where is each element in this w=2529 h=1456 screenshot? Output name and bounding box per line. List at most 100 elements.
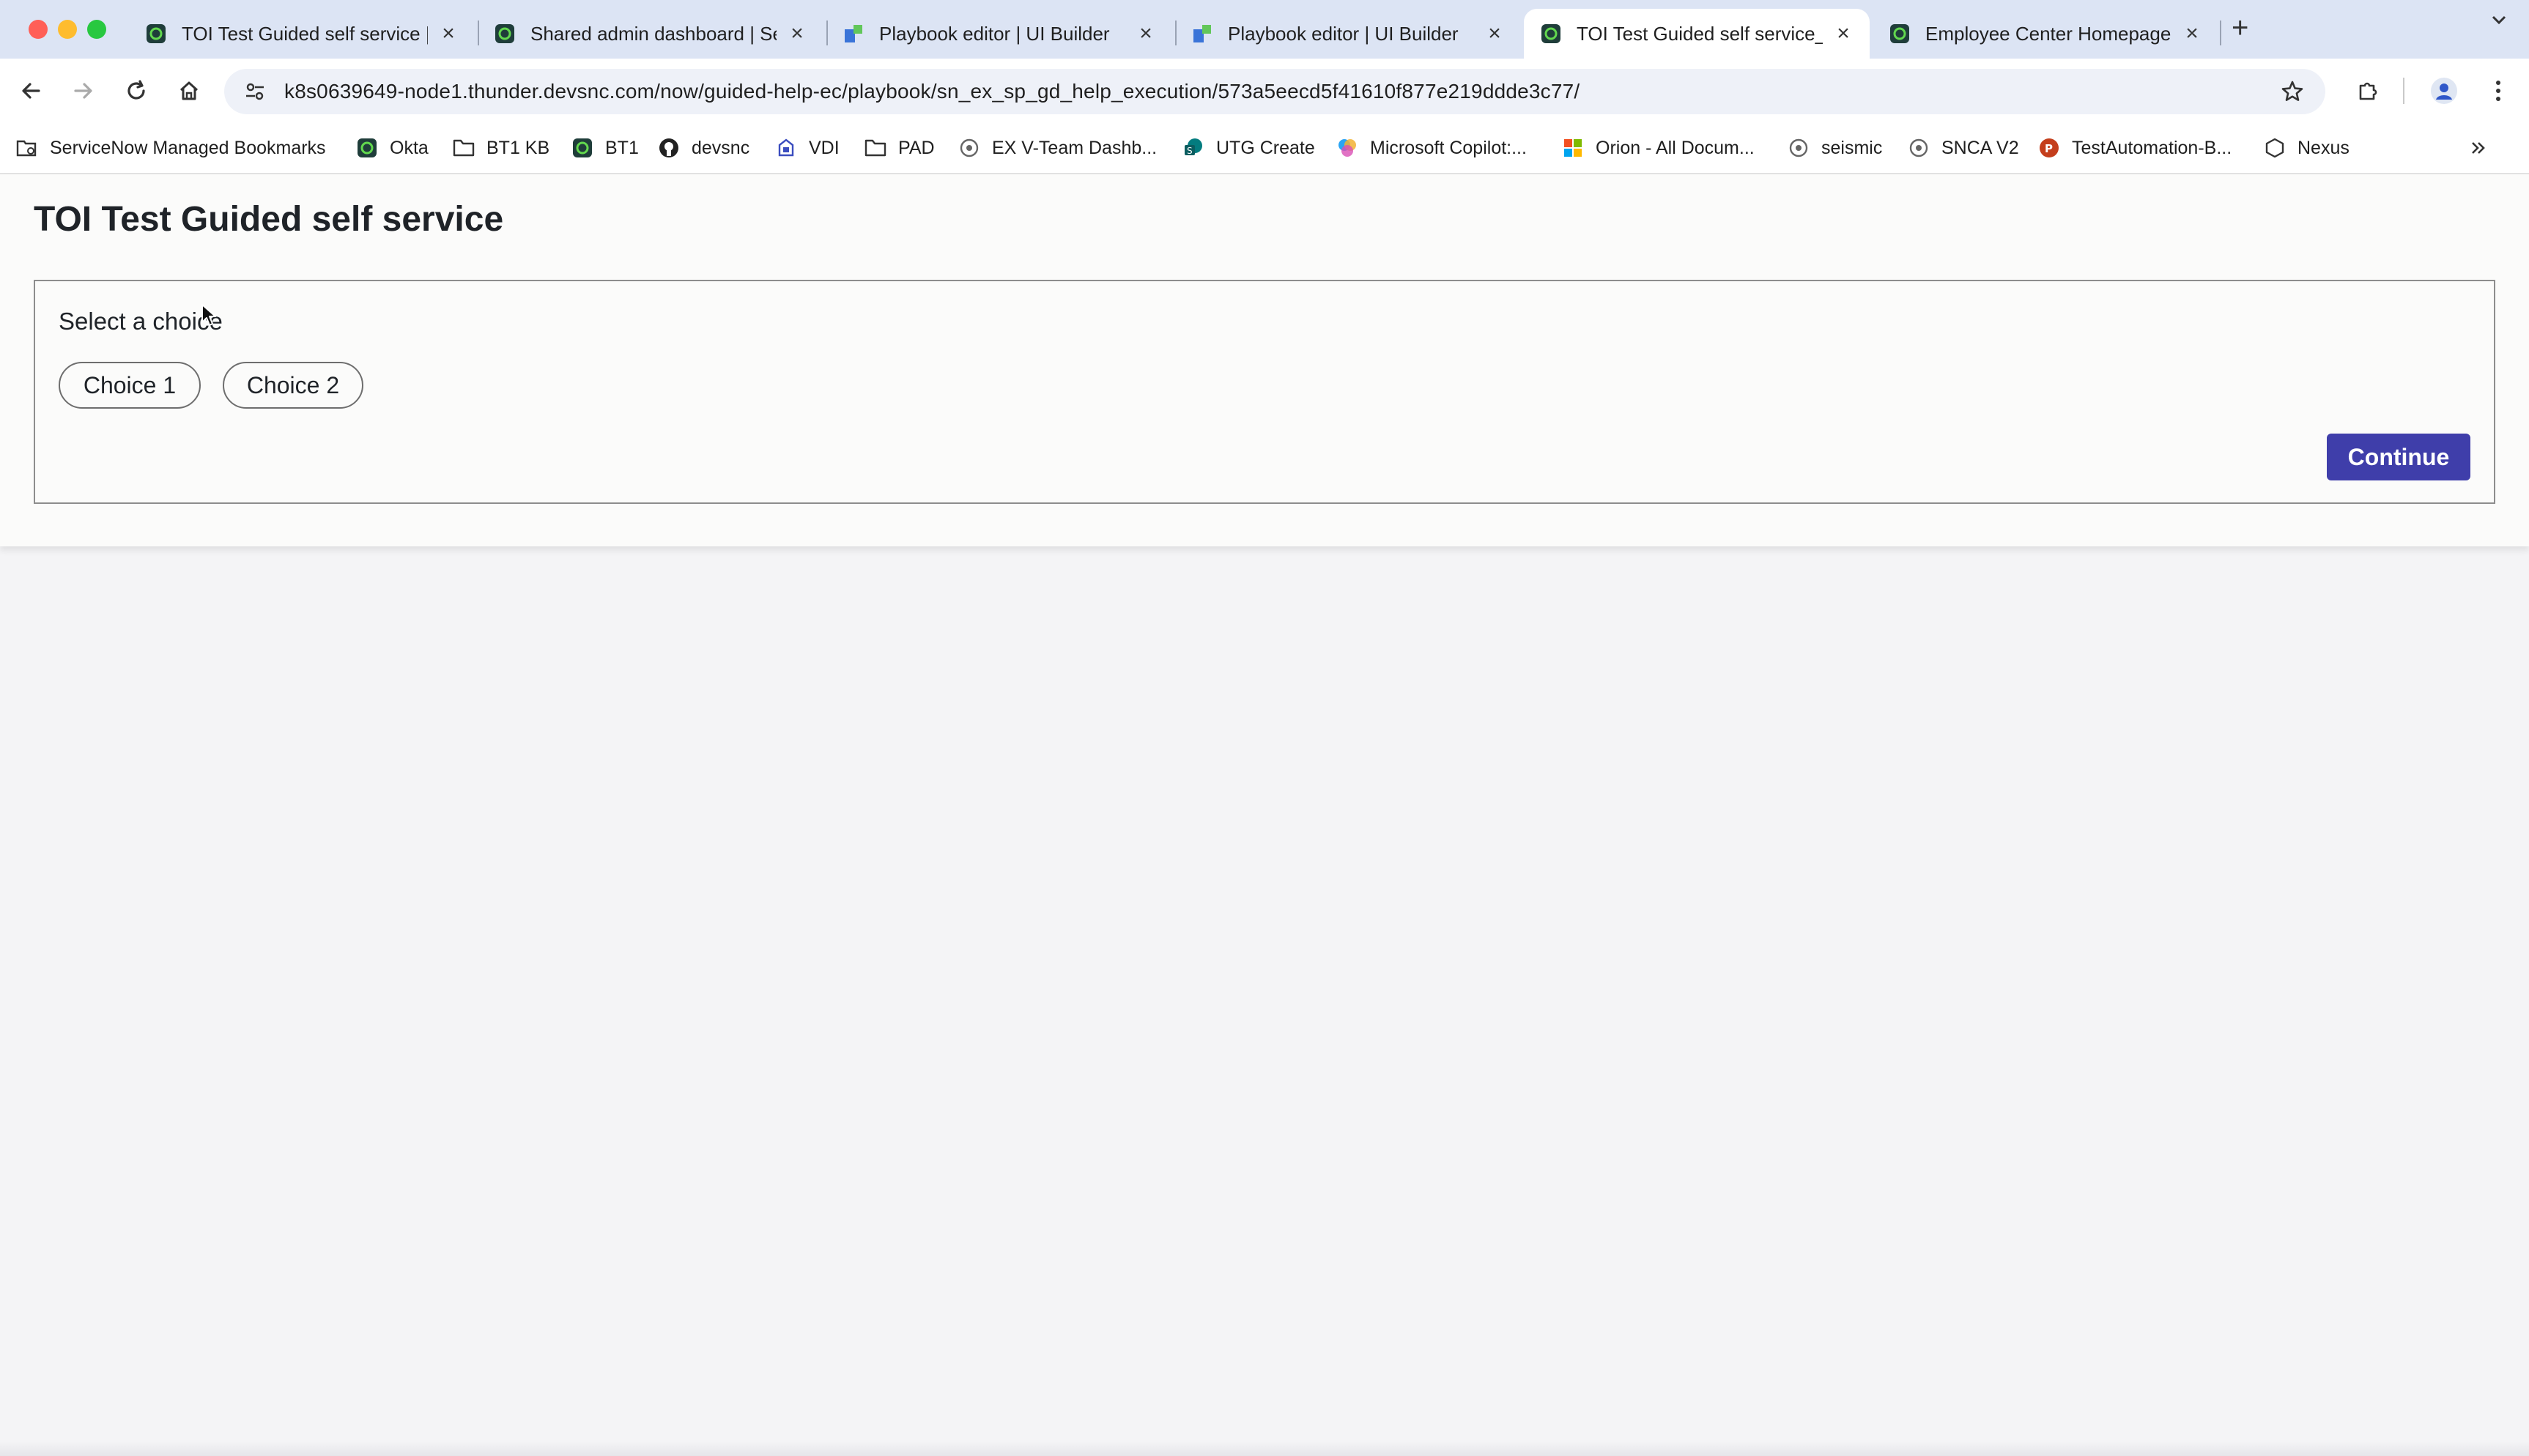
bookmark-item[interactable]: P TestAutomation-B...: [2038, 133, 2232, 163]
bookmark-label: seismic: [1821, 137, 1883, 158]
tab-title: TOI Test Guided self service |: [182, 22, 428, 45]
playbook-panel: TOI Test Guided self service Select a ch…: [0, 174, 2529, 546]
choice-2-button[interactable]: Choice 2: [223, 362, 363, 409]
browser-tab[interactable]: TOI Test Guided self service | ×: [129, 9, 475, 59]
url-text: k8s0639649-node1.thunder.devsnc.com/now/…: [284, 80, 1580, 103]
powerpoint-icon: P: [2038, 137, 2060, 159]
browser-tab[interactable]: Shared admin dashboard | Se ×: [478, 9, 823, 59]
window-zoom-button[interactable]: [87, 20, 106, 39]
page-bottom-edge: [0, 1441, 2529, 1456]
bookmark-label: Nexus: [2297, 137, 2350, 158]
bookmark-item[interactable]: Microsoft Copilot:...: [1336, 133, 1527, 163]
bookmarks-overflow-chevron-icon[interactable]: [2469, 133, 2488, 163]
close-icon[interactable]: ×: [1136, 21, 1156, 46]
continue-button[interactable]: Continue: [2327, 434, 2470, 480]
servicenow-icon: [571, 137, 593, 159]
bookmark-item[interactable]: devsnc: [658, 133, 749, 163]
svg-text:S: S: [1187, 146, 1193, 156]
browser-tab-strip: TOI Test Guided self service | × Shared …: [0, 0, 2529, 59]
tab-search-chevron-icon[interactable]: [2489, 10, 2508, 35]
profile-avatar-icon[interactable]: [2425, 72, 2463, 110]
extensions-puzzle-icon[interactable]: [2349, 72, 2387, 110]
bookmark-label: SNCA V2: [1941, 137, 2019, 158]
bookmark-item[interactable]: BT1: [571, 133, 639, 163]
choice-1-button[interactable]: Choice 1: [59, 362, 201, 409]
bookmark-label: ServiceNow Managed Bookmarks: [50, 137, 326, 158]
close-icon[interactable]: ×: [1833, 21, 1854, 46]
sharepoint-icon: S: [1182, 137, 1204, 159]
globe-icon: [1788, 137, 1810, 159]
page-title: TOI Test Guided self service: [34, 200, 504, 239]
bookmark-star-icon[interactable]: [2280, 79, 2305, 108]
bookmark-label: BT1 KB: [486, 137, 550, 158]
bookmark-label: VDI: [809, 137, 840, 158]
tab-title: Employee Center Homepage: [1925, 22, 2171, 45]
servicenow-icon: [1540, 23, 1562, 45]
bookmark-item[interactable]: BT1 KB: [453, 133, 549, 163]
servicenow-icon: [356, 137, 378, 159]
tab-title: Playbook editor | UI Builder: [1228, 22, 1459, 45]
nexus-icon: [2264, 137, 2286, 159]
bookmark-item[interactable]: Okta: [356, 133, 429, 163]
servicenow-icon: [494, 23, 516, 45]
forward-arrow-icon[interactable]: [64, 72, 103, 110]
tab-title: TOI Test Guided self service_: [1577, 22, 1823, 45]
window-minimize-button[interactable]: [58, 20, 77, 39]
bookmark-label: PAD: [898, 137, 935, 158]
bookmark-label: EX V-Team Dashb...: [992, 137, 1158, 158]
browser-menu-kebab-icon[interactable]: [2479, 72, 2517, 110]
toolbar-divider: [2403, 78, 2404, 104]
servicenow-icon: [1889, 23, 1911, 45]
vdi-icon: [775, 137, 797, 159]
svg-text:P: P: [2045, 142, 2053, 155]
reload-icon[interactable]: [117, 72, 155, 110]
browser-tab[interactable]: Playbook editor | UI Builder ×: [1175, 9, 1521, 59]
back-arrow-icon[interactable]: [12, 72, 50, 110]
bookmark-label: Orion - All Docum...: [1596, 137, 1755, 158]
window-close-button[interactable]: [29, 20, 48, 39]
close-icon[interactable]: ×: [2182, 21, 2202, 46]
mouse-cursor-icon: [201, 303, 218, 332]
close-icon[interactable]: ×: [438, 21, 459, 46]
browser-tab[interactable]: Employee Center Homepage ×: [1873, 9, 2218, 59]
close-icon[interactable]: ×: [1484, 21, 1505, 46]
ui-builder-icon: [843, 23, 864, 45]
bookmark-item[interactable]: seismic: [1788, 133, 1882, 163]
tab-separator: [2220, 21, 2221, 45]
bookmark-label: TestAutomation-B...: [2072, 137, 2232, 158]
bookmark-item[interactable]: Orion - All Docum...: [1562, 133, 1755, 163]
tab-title: Playbook editor | UI Builder: [879, 22, 1110, 45]
bookmark-item[interactable]: Nexus: [2264, 133, 2350, 163]
home-icon[interactable]: [170, 72, 208, 110]
bookmark-item[interactable]: EX V-Team Dashb...: [958, 133, 1157, 163]
servicenow-icon: [145, 23, 167, 45]
address-bar[interactable]: k8s0639649-node1.thunder.devsnc.com/now/…: [224, 69, 2325, 114]
site-settings-icon[interactable]: [240, 81, 270, 103]
ui-builder-icon: [1191, 23, 1213, 45]
browser-tab[interactable]: Playbook editor | UI Builder ×: [826, 9, 1172, 59]
browser-toolbar: k8s0639649-node1.thunder.devsnc.com/now/…: [0, 59, 2529, 123]
folder-icon: [453, 137, 475, 159]
new-tab-plus-icon[interactable]: +: [2232, 12, 2248, 45]
browser-tab-active[interactable]: TOI Test Guided self service_ ×: [1524, 9, 1870, 59]
bookmark-item[interactable]: VDI: [775, 133, 840, 163]
copilot-icon: [1336, 137, 1358, 159]
bookmark-item[interactable]: ServiceNow Managed Bookmarks: [16, 133, 326, 163]
globe-icon: [1908, 137, 1930, 159]
managed-bookmarks-icon: [16, 137, 38, 159]
bookmark-item[interactable]: SNCA V2: [1908, 133, 2019, 163]
microsoft-icon: [1562, 137, 1584, 159]
close-icon[interactable]: ×: [787, 21, 807, 46]
choice-card: Select a choice Choice 1 Choice 2 Contin…: [34, 280, 2495, 504]
bookmark-label: Microsoft Copilot:...: [1370, 137, 1527, 158]
bookmarks-bar: ServiceNow Managed Bookmarks Okta BT1 KB…: [0, 123, 2529, 174]
bookmark-item[interactable]: S UTG Create: [1182, 133, 1315, 163]
choice-prompt: Select a choice: [59, 308, 223, 335]
bookmark-item[interactable]: PAD: [864, 133, 935, 163]
github-icon: [658, 137, 680, 159]
tab-title: Shared admin dashboard | Se: [530, 22, 777, 45]
globe-icon: [958, 137, 980, 159]
bookmark-label: Okta: [390, 137, 429, 158]
bookmark-label: BT1: [605, 137, 639, 158]
bookmark-label: UTG Create: [1216, 137, 1315, 158]
